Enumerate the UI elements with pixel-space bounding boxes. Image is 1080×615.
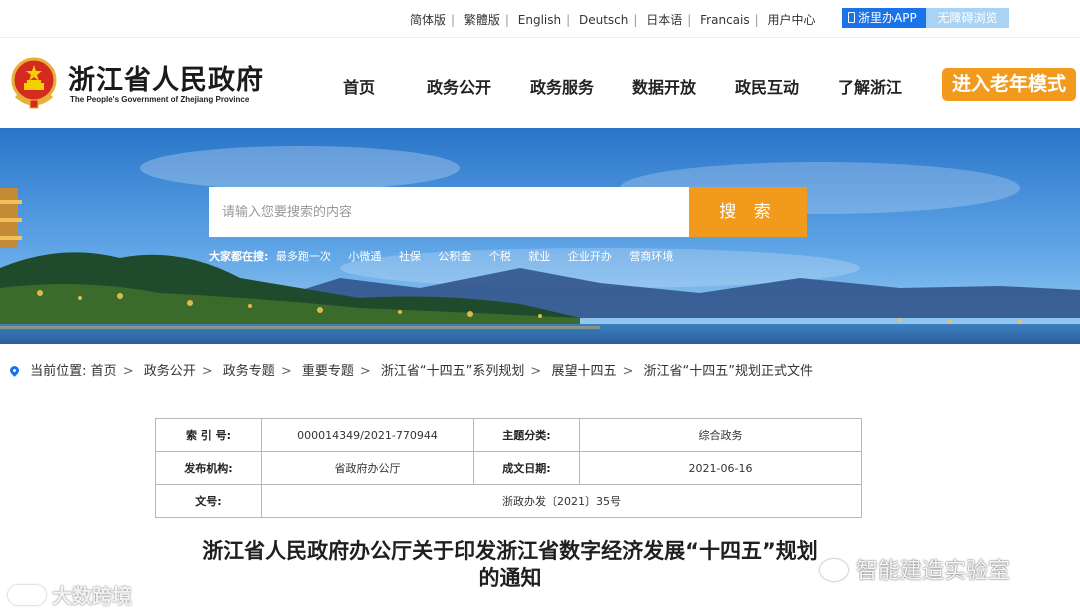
breadcrumb-label: 当前位置: bbox=[30, 364, 87, 379]
table-row: 文号: 浙政办发〔2021〕35号 bbox=[155, 484, 862, 518]
national-emblem-icon bbox=[11, 57, 57, 109]
nav-open-data[interactable]: 数据开放 bbox=[632, 74, 696, 98]
app-button-label: 浙里办APP bbox=[858, 11, 917, 25]
nav-home[interactable]: 首页 bbox=[343, 74, 375, 98]
hot-search-link[interactable]: 最多跑一次 bbox=[276, 250, 331, 263]
phone-icon bbox=[848, 12, 855, 23]
hot-search-link[interactable]: 个税 bbox=[489, 250, 511, 263]
topic-value: 综合政务 bbox=[579, 418, 862, 452]
docno-label: 文号: bbox=[155, 484, 262, 518]
issuer-value: 省政府办公厅 bbox=[261, 451, 474, 485]
lang-francais[interactable]: Francais bbox=[700, 13, 749, 27]
site-title[interactable]: 浙江省人民政府 bbox=[68, 58, 264, 97]
lang-english[interactable]: English bbox=[518, 13, 561, 27]
search-input[interactable] bbox=[209, 187, 689, 237]
nav-interaction[interactable]: 政民互动 bbox=[735, 74, 799, 98]
hot-searches: 大家都在搜: 最多跑一次 小微通 社保 公积金 个税 就业 企业开办 营商环境 bbox=[209, 248, 687, 264]
lang-deutsch[interactable]: Deutsch bbox=[579, 13, 628, 27]
wechat-icon bbox=[820, 559, 848, 581]
index-value: 000014349/2021-770944 bbox=[261, 418, 474, 452]
zhelibao-app-button[interactable]: 浙里办APP bbox=[842, 8, 926, 28]
hot-searches-label: 大家都在搜: bbox=[209, 250, 269, 263]
breadcrumb-item[interactable]: 浙江省“十四五”系列规划 bbox=[381, 364, 524, 379]
date-value: 2021-06-16 bbox=[579, 451, 862, 485]
lang-japanese[interactable]: 日本语 bbox=[646, 13, 682, 27]
breadcrumb-item[interactable]: 首页 bbox=[91, 364, 117, 379]
nav-about-zhejiang[interactable]: 了解浙江 bbox=[838, 74, 902, 98]
hot-search-link[interactable]: 企业开办 bbox=[568, 250, 612, 263]
site-header: 浙江省人民政府 The People's Government of Zheji… bbox=[0, 38, 1080, 128]
breadcrumb-item[interactable]: 政务公开 bbox=[144, 364, 196, 379]
table-row: 发布机构: 省政府办公厅 成文日期: 2021-06-16 bbox=[155, 451, 862, 485]
user-center-link[interactable]: 用户中心 bbox=[768, 13, 816, 27]
breadcrumb-item[interactable]: 政务专题 bbox=[223, 364, 275, 379]
date-label: 成文日期: bbox=[473, 451, 580, 485]
document-title-line2: 的通知 bbox=[478, 566, 542, 590]
hot-search-link[interactable]: 营商环境 bbox=[629, 250, 673, 263]
watermark-right: 智能建造实验室 bbox=[820, 553, 1010, 585]
issuer-label: 发布机构: bbox=[155, 451, 262, 485]
lang-simplified[interactable]: 简体版 bbox=[410, 13, 446, 27]
index-label: 索 引 号: bbox=[155, 418, 262, 452]
accessibility-button[interactable]: 无障碍浏览 bbox=[926, 8, 1009, 28]
hot-search-link[interactable]: 公积金 bbox=[438, 250, 471, 263]
breadcrumb-item[interactable]: 展望十四五 bbox=[551, 364, 616, 379]
nav-gov-affairs-public[interactable]: 政务公开 bbox=[427, 74, 491, 98]
location-pin-icon bbox=[8, 364, 21, 377]
watermark-logo-icon bbox=[8, 585, 46, 605]
nav-gov-services[interactable]: 政务服务 bbox=[530, 74, 594, 98]
hot-search-link[interactable]: 社保 bbox=[399, 250, 421, 263]
watermark-right-text: 智能建造实验室 bbox=[856, 559, 1011, 584]
docno-value: 浙政办发〔2021〕35号 bbox=[261, 484, 862, 518]
watermark-left: 大数跨境 bbox=[8, 580, 132, 609]
breadcrumb-item[interactable]: 浙江省“十四五”规划正式文件 bbox=[644, 364, 813, 379]
watermark-left-text: 大数跨境 bbox=[52, 584, 132, 608]
hot-search-link[interactable]: 就业 bbox=[528, 250, 550, 263]
breadcrumb-item[interactable]: 重要专题 bbox=[302, 364, 354, 379]
document-info-table: 索 引 号: 000014349/2021-770944 主题分类: 综合政务 … bbox=[155, 418, 862, 518]
language-links: 简体版 | 繁體版 | English | Deutsch | 日本语 | Francai… bbox=[410, 13, 816, 27]
search-button[interactable]: 搜 索 bbox=[689, 187, 807, 237]
table-row: 索 引 号: 000014349/2021-770944 主题分类: 综合政务 bbox=[155, 418, 862, 452]
breadcrumb: 当前位置: 首页 > 政务公开 > 政务专题 > 重要专题 > 浙江省“十四五”系列规划… bbox=[8, 360, 813, 379]
elder-mode-button[interactable]: 进入老年模式 bbox=[942, 68, 1076, 101]
hot-search-link[interactable]: 小微通 bbox=[348, 250, 381, 263]
document-title: 浙江省人民政府办公厅关于印发浙江省数字经济发展“十四五”规划 的通知 bbox=[150, 538, 870, 592]
site-subtitle: The People's Government of Zhejiang Prov… bbox=[70, 95, 250, 104]
document-title-line1: 浙江省人民政府办公厅关于印发浙江省数字经济发展“十四五”规划 bbox=[202, 539, 818, 563]
topic-label: 主题分类: bbox=[473, 418, 580, 452]
top-utility-bar: 简体版 | 繁體版 | English | Deutsch | 日本语 | Francai… bbox=[0, 0, 1080, 38]
lang-traditional[interactable]: 繁體版 bbox=[464, 13, 500, 27]
hero-banner: 搜 索 大家都在搜: 最多跑一次 小微通 社保 公积金 个税 就业 企业开办 营… bbox=[0, 128, 1080, 344]
